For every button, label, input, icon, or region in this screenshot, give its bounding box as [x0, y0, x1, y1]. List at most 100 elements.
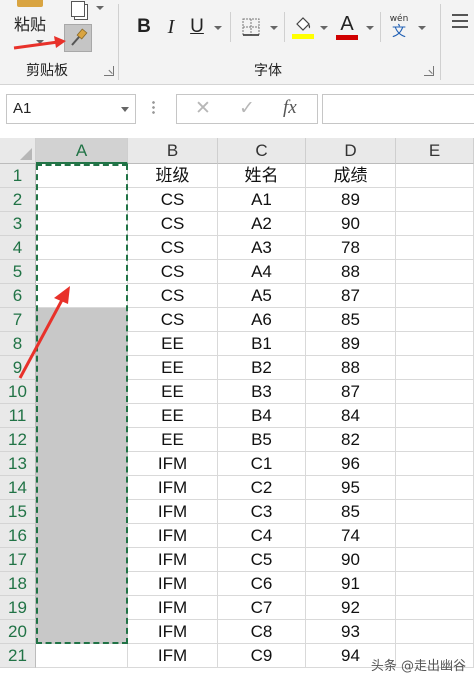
- cell-d[interactable]: 82: [306, 428, 396, 452]
- cell-e[interactable]: [396, 164, 474, 188]
- cell-b[interactable]: IFM: [128, 596, 218, 620]
- cell-e[interactable]: [396, 188, 474, 212]
- cell-e[interactable]: [396, 284, 474, 308]
- cell-e[interactable]: [396, 332, 474, 356]
- cell-d[interactable]: 88: [306, 356, 396, 380]
- row-header[interactable]: 14: [0, 476, 36, 500]
- row-header[interactable]: 20: [0, 620, 36, 644]
- format-painter-button[interactable]: [64, 24, 92, 52]
- select-all-button[interactable]: [0, 138, 36, 164]
- cell-a[interactable]: [36, 212, 128, 236]
- cell-c[interactable]: C6: [218, 572, 306, 596]
- font-color-button[interactable]: A: [334, 12, 360, 42]
- cell-c[interactable]: A2: [218, 212, 306, 236]
- cell-b[interactable]: CS: [128, 236, 218, 260]
- cancel-icon[interactable]: ✕: [195, 97, 211, 119]
- cell-d[interactable]: 96: [306, 452, 396, 476]
- cell-d[interactable]: 89: [306, 332, 396, 356]
- cell-b[interactable]: EE: [128, 404, 218, 428]
- paste-button[interactable]: 粘贴: [10, 0, 50, 36]
- cell-d[interactable]: 93: [306, 620, 396, 644]
- row-header[interactable]: 13: [0, 452, 36, 476]
- name-box-dropdown-icon[interactable]: [121, 107, 129, 112]
- column-header-a[interactable]: A: [36, 138, 128, 164]
- formula-input[interactable]: [322, 94, 474, 124]
- cell-d[interactable]: 87: [306, 380, 396, 404]
- cell-d[interactable]: 90: [306, 212, 396, 236]
- cell-b[interactable]: EE: [128, 332, 218, 356]
- cell-d[interactable]: 90: [306, 548, 396, 572]
- cell-b[interactable]: CS: [128, 188, 218, 212]
- bold-button[interactable]: B: [132, 14, 156, 40]
- cell-e[interactable]: [396, 308, 474, 332]
- enter-icon[interactable]: ✓: [239, 97, 255, 119]
- cell-d[interactable]: 91: [306, 572, 396, 596]
- row-header[interactable]: 3: [0, 212, 36, 236]
- phonetic-dropdown-icon[interactable]: [418, 26, 426, 30]
- cell-e[interactable]: [396, 548, 474, 572]
- cell-a[interactable]: [36, 188, 128, 212]
- cell-c[interactable]: A1: [218, 188, 306, 212]
- cell-b[interactable]: IFM: [128, 476, 218, 500]
- cell-c[interactable]: C7: [218, 596, 306, 620]
- copy-button[interactable]: [66, 0, 90, 18]
- cell-c[interactable]: C4: [218, 524, 306, 548]
- copy-dropdown-icon[interactable]: [96, 6, 104, 10]
- fill-color-dropdown-icon[interactable]: [320, 26, 328, 30]
- cell-b[interactable]: 班级: [128, 164, 218, 188]
- cell-e[interactable]: [396, 428, 474, 452]
- cell-d[interactable]: 92: [306, 596, 396, 620]
- underline-dropdown-icon[interactable]: [214, 26, 222, 30]
- row-header[interactable]: 19: [0, 596, 36, 620]
- row-header[interactable]: 1: [0, 164, 36, 188]
- cell-c[interactable]: C8: [218, 620, 306, 644]
- cell-e[interactable]: [396, 356, 474, 380]
- alignment-icon[interactable]: [452, 14, 468, 28]
- cell-e[interactable]: [396, 524, 474, 548]
- cell-a[interactable]: [36, 524, 128, 548]
- cell-c[interactable]: C2: [218, 476, 306, 500]
- cell-b[interactable]: IFM: [128, 548, 218, 572]
- cell-c[interactable]: C9: [218, 644, 306, 668]
- cell-e[interactable]: [396, 404, 474, 428]
- cell-c[interactable]: B3: [218, 380, 306, 404]
- cell-b[interactable]: IFM: [128, 644, 218, 668]
- italic-button[interactable]: I: [160, 14, 182, 40]
- row-header[interactable]: 15: [0, 500, 36, 524]
- cell-c[interactable]: A3: [218, 236, 306, 260]
- row-header[interactable]: 4: [0, 236, 36, 260]
- cell-a[interactable]: [36, 476, 128, 500]
- cell-a[interactable]: [36, 572, 128, 596]
- insert-function-icon[interactable]: fx: [283, 97, 297, 119]
- row-header[interactable]: 2: [0, 188, 36, 212]
- cell-b[interactable]: EE: [128, 356, 218, 380]
- cell-a[interactable]: [36, 236, 128, 260]
- row-header[interactable]: 11: [0, 404, 36, 428]
- cell-e[interactable]: [396, 476, 474, 500]
- cell-c[interactable]: A5: [218, 284, 306, 308]
- cell-e[interactable]: [396, 596, 474, 620]
- cell-a[interactable]: [36, 500, 128, 524]
- cell-a[interactable]: [36, 644, 128, 668]
- cell-d[interactable]: 87: [306, 284, 396, 308]
- row-header[interactable]: 18: [0, 572, 36, 596]
- cell-d[interactable]: 85: [306, 500, 396, 524]
- cell-d[interactable]: 74: [306, 524, 396, 548]
- cell-c[interactable]: C3: [218, 500, 306, 524]
- cell-c[interactable]: B1: [218, 332, 306, 356]
- cell-c[interactable]: B2: [218, 356, 306, 380]
- cell-a[interactable]: [36, 164, 128, 188]
- cell-c[interactable]: A4: [218, 260, 306, 284]
- row-header[interactable]: 21: [0, 644, 36, 668]
- cell-c[interactable]: B5: [218, 428, 306, 452]
- cell-e[interactable]: [396, 212, 474, 236]
- cell-a[interactable]: [36, 404, 128, 428]
- cell-b[interactable]: CS: [128, 284, 218, 308]
- font-launcher-icon[interactable]: [424, 66, 434, 76]
- cell-d[interactable]: 88: [306, 260, 396, 284]
- cell-c[interactable]: C1: [218, 452, 306, 476]
- cell-c[interactable]: 姓名: [218, 164, 306, 188]
- cell-e[interactable]: [396, 620, 474, 644]
- cell-c[interactable]: B4: [218, 404, 306, 428]
- column-header-e[interactable]: E: [396, 138, 474, 164]
